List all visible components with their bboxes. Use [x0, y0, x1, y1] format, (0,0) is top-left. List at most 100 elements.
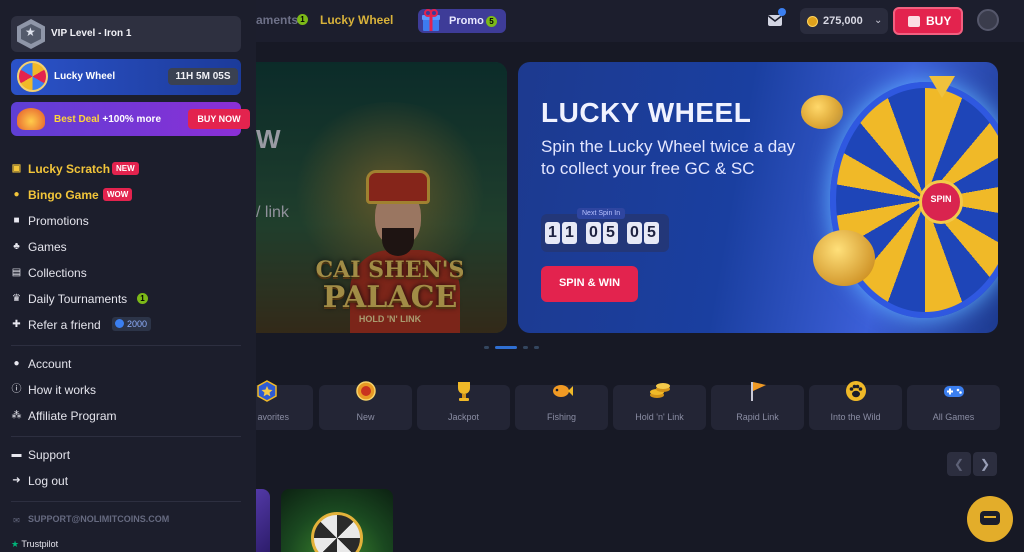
- category-new[interactable]: New: [319, 381, 412, 430]
- avatar[interactable]: [977, 9, 999, 31]
- account-icon: ●: [13, 358, 20, 369]
- coins-icon: [650, 383, 670, 398]
- wheel-icon: [17, 61, 48, 92]
- carousel-prev-button[interactable]: ❮: [947, 452, 971, 476]
- gold-coin-decoration: [801, 95, 843, 129]
- sidebar-item-label: Affiliate Program: [28, 409, 117, 423]
- sidebar-item-label: Bingo Game: [28, 188, 99, 202]
- best-deal-card[interactable]: Best Deal +100% more BUY NOW: [11, 102, 250, 136]
- new-tag: NEW: [112, 162, 139, 175]
- sidebar-item-lucky-scratch[interactable]: ▣ Lucky Scratch NEW: [11, 160, 241, 178]
- lucky-wheel-title: LUCKY WHEEL: [541, 97, 752, 128]
- timer-digit: 5: [644, 222, 659, 244]
- fish-icon: [553, 385, 573, 397]
- games-icon: ♣: [13, 241, 20, 252]
- category-label: Hold 'n' Link: [635, 412, 684, 422]
- trustpilot-widget[interactable]: ★ Trustpilot: [11, 539, 58, 550]
- chevron-down-icon: ⌄: [874, 15, 883, 26]
- carousel-dot[interactable]: [484, 346, 489, 349]
- sidebar-item-refer-a-friend[interactable]: ✚ Refer a friend 2000: [11, 316, 241, 334]
- nav-lucky-wheel[interactable]: Lucky Wheel: [320, 13, 393, 27]
- sidebar-item-affiliate-program[interactable]: ⁂ Affiliate Program: [11, 407, 241, 425]
- best-deal-text: Best Deal +100% more: [54, 114, 161, 125]
- support-email-label: SUPPORT@NOLIMITCOINS.COM: [28, 514, 170, 524]
- trophy-icon: [458, 382, 470, 401]
- category-jackpot[interactable]: Jackpot: [417, 382, 510, 430]
- lucky-wheel-label: Lucky Wheel: [54, 71, 116, 82]
- category-hold-n-link[interactable]: Hold 'n' Link: [613, 383, 706, 430]
- category-fishing[interactable]: Fishing: [515, 385, 608, 430]
- sidebar-item-label: Refer a friend: [28, 318, 101, 332]
- lucky-wheel-countdown: 11H 5M 05S: [168, 68, 238, 85]
- carousel-next-button[interactable]: ❯: [973, 452, 997, 476]
- category-label: Fishing: [546, 412, 576, 422]
- best-deal-highlight: Best Deal: [54, 114, 100, 125]
- affiliate-icon: ⁂: [11, 410, 22, 421]
- sidebar-item-label: Daily Tournaments: [28, 292, 128, 306]
- sidebar-item-label: Lucky Scratch: [28, 162, 111, 176]
- lucky-wheel-banner: LUCKY WHEEL Spin the Lucky Wheel twice a…: [518, 62, 998, 333]
- timer-digit: 5: [603, 222, 618, 244]
- vip-level-label: VIP Level - Iron 1: [51, 28, 132, 39]
- spin-and-win-label: SPIN & WIN: [558, 277, 621, 289]
- chat-icon: ▬: [11, 449, 22, 460]
- timer-digit: 1: [562, 222, 577, 244]
- trustpilot-star-icon: ★: [11, 539, 20, 549]
- balance-dropdown[interactable]: 275,000 ⌄: [800, 8, 888, 34]
- sidebar-item-collections[interactable]: ▤ Collections: [11, 264, 241, 282]
- chevron-right-icon: ❯: [979, 457, 991, 471]
- spin-and-win-button[interactable]: SPIN & WIN: [541, 266, 638, 302]
- sidebar-item-bingo-game[interactable]: ● Bingo Game WOW: [11, 186, 241, 204]
- carousel-dot-active[interactable]: [495, 346, 517, 349]
- sidebar-item-label: Promotions: [28, 214, 89, 228]
- support-email-link[interactable]: ✉ SUPPORT@NOLIMITCOINS.COM: [11, 514, 241, 526]
- mail-notification-dot: [778, 8, 786, 16]
- buy-label: BUY: [926, 14, 952, 28]
- category-label: Into the Wild: [830, 412, 881, 422]
- sidebar-item-promotions[interactable]: ■ Promotions: [11, 212, 241, 230]
- category-into-the-wild[interactable]: Into the Wild: [809, 381, 902, 430]
- sidebar-item-how-it-works[interactable]: ⓘ How it works: [11, 381, 241, 399]
- sidebar-item-label: How it works: [28, 383, 97, 397]
- promo-banner-cai-shen[interactable]: W / link CAI SHEN'S PALACE HOLD 'N' LINK: [230, 62, 507, 333]
- lucky-wheel-card[interactable]: Lucky Wheel 11H 5M 05S: [11, 59, 241, 95]
- carousel-dot[interactable]: [534, 346, 539, 349]
- promo-label: Promo: [449, 15, 484, 27]
- app-root: aments 1 Lucky Wheel Promo 5 275,000 ⌄ B…: [0, 0, 1024, 552]
- category-label: Jackpot: [447, 412, 480, 422]
- category-rapid-link[interactable]: Rapid Link: [711, 382, 804, 430]
- tournaments-count-badge: 1: [297, 14, 308, 25]
- category-all-games[interactable]: All Games: [907, 385, 1000, 430]
- info-icon: ⓘ: [11, 384, 22, 395]
- treasure-icon: [17, 108, 45, 130]
- new-badge-icon: [356, 381, 376, 401]
- best-deal-suffix: +100% more: [102, 114, 162, 125]
- sidebar-divider: [11, 345, 241, 346]
- sidebar: ★ VIP Level - Iron 1 Lucky Wheel 11H 5M …: [0, 0, 256, 552]
- sidebar-item-games[interactable]: ♣ Games: [11, 238, 241, 256]
- vip-level-card[interactable]: ★ VIP Level - Iron 1: [11, 16, 241, 52]
- flag-icon: [751, 382, 766, 401]
- sidebar-item-account[interactable]: ● Account: [11, 355, 241, 373]
- sidebar-item-daily-tournaments[interactable]: ♛ Daily Tournaments 1: [11, 290, 241, 308]
- promo-button[interactable]: Promo 5: [418, 9, 506, 33]
- category-label: Rapid Link: [736, 412, 779, 422]
- sidebar-item-support[interactable]: ▬ Support: [11, 446, 241, 464]
- nav-tournaments[interactable]: aments: [256, 13, 298, 27]
- collections-icon: ▤: [11, 267, 22, 278]
- live-chat-button[interactable]: [967, 496, 1013, 542]
- sidebar-item-log-out[interactable]: ➜ Log out: [11, 472, 241, 490]
- timer-digit: 0: [586, 222, 601, 244]
- sidebar-item-label: Account: [28, 357, 72, 371]
- gift-icon: ■: [13, 215, 20, 226]
- carousel-dot[interactable]: [523, 346, 528, 349]
- sidebar-item-label: Support: [28, 448, 71, 462]
- sidebar-divider: [11, 436, 241, 437]
- gamepad-icon: [944, 386, 964, 397]
- star-icon: ★: [25, 25, 36, 39]
- referral-reward-badge: 2000: [112, 317, 152, 331]
- timer-digit: 0: [627, 222, 642, 244]
- buy-button[interactable]: BUY: [893, 7, 963, 35]
- sidebar-item-label: Games: [28, 240, 67, 254]
- buy-now-button[interactable]: BUY NOW: [188, 109, 250, 129]
